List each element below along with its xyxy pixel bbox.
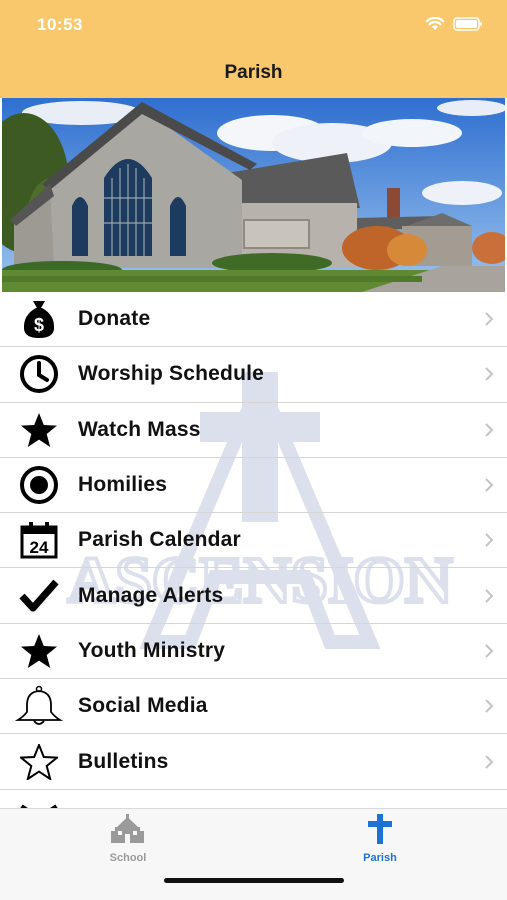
record-icon xyxy=(0,458,78,513)
menu-item-label: Watch Mass xyxy=(78,417,201,441)
clock-icon xyxy=(0,347,78,402)
menu-item-worship-schedule[interactable]: Worship Schedule xyxy=(0,347,507,403)
chevron-right-icon xyxy=(471,366,507,382)
tab-bar: School Parish xyxy=(0,808,507,900)
chevron-right-icon xyxy=(471,311,507,327)
menu-item-label: Social Media xyxy=(78,694,208,718)
header-bar: 10:53 Parish xyxy=(0,0,507,98)
chevron-right-icon xyxy=(471,532,507,548)
star-icon xyxy=(0,402,78,457)
chevron-right-icon xyxy=(471,754,507,770)
menu-item-label: Worship Schedule xyxy=(78,362,265,386)
status-time: 10:53 xyxy=(37,15,83,34)
menu-item-label: Manage Alerts xyxy=(78,583,224,607)
menu-item-label: Parish Calendar xyxy=(78,528,241,552)
tab-parish[interactable]: Parish xyxy=(320,813,440,864)
checkmark-icon xyxy=(0,568,78,623)
battery-icon xyxy=(453,17,482,31)
chevron-right-icon xyxy=(471,698,507,714)
menu-item-donate[interactable]: $ Donate xyxy=(0,292,507,348)
menu-item-label: Youth Ministry xyxy=(78,638,226,662)
chevron-right-icon xyxy=(471,643,507,659)
chevron-right-icon xyxy=(471,588,507,604)
menu-item-youth-ministry[interactable]: Youth Ministry xyxy=(0,623,507,680)
church-photo xyxy=(2,98,505,292)
menu-item-partial[interactable] xyxy=(0,790,507,808)
tab-parish-label: Parish xyxy=(363,852,397,864)
calendar-day: 24 xyxy=(30,538,49,557)
schoolhouse-icon xyxy=(111,814,144,843)
menu-item-label: Homilies xyxy=(78,473,168,497)
cross-icon xyxy=(368,814,392,844)
wifi-icon xyxy=(425,17,445,30)
svg-text:$: $ xyxy=(34,315,44,335)
menu-item-watch-mass[interactable]: Watch Mass xyxy=(0,403,507,458)
star-icon xyxy=(0,623,78,678)
menu-item-bulletins[interactable]: Bulletins xyxy=(0,734,507,790)
menu-item-social-media[interactable]: Social Media xyxy=(0,679,507,735)
home-indicator[interactable] xyxy=(164,878,344,883)
menu-item-label: Donate xyxy=(78,307,151,331)
money-bag-icon: $ xyxy=(0,292,78,347)
menu-item-parish-calendar[interactable]: 24 Parish Calendar xyxy=(0,513,507,569)
star-outline-icon xyxy=(0,734,78,789)
chevron-right-icon xyxy=(471,477,507,493)
menu-item-manage-alerts[interactable]: Manage Alerts xyxy=(0,568,507,624)
menu-item-label: Bulletins xyxy=(78,749,169,773)
tab-school[interactable]: School xyxy=(68,813,188,864)
envelope-icon xyxy=(0,789,78,808)
page-title: Parish xyxy=(224,62,283,83)
status-icons xyxy=(425,17,483,31)
menu-item-homilies[interactable]: Homilies xyxy=(0,458,507,514)
calendar-icon: 24 xyxy=(0,513,78,568)
app-screen: 10:53 Parish ASCENSION $ Donate Worship … xyxy=(0,0,507,900)
parish-menu-list: ASCENSION $ Donate Worship Schedule Watc… xyxy=(0,292,507,808)
tab-school-label: School xyxy=(109,852,147,864)
bell-icon xyxy=(0,679,78,734)
chevron-right-icon xyxy=(471,422,507,438)
